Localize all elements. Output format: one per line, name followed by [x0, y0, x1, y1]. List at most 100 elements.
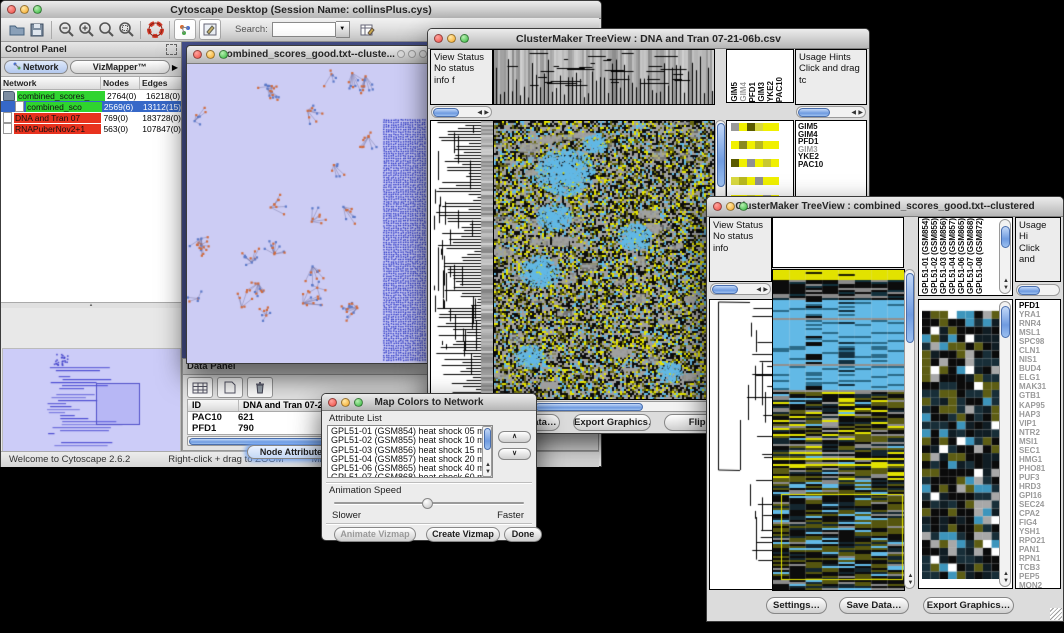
tv2-gene-label[interactable]: MON2 — [1019, 581, 1060, 589]
tv2-gene-label[interactable]: PUF3 — [1019, 473, 1060, 482]
close-button[interactable] — [434, 34, 443, 43]
main-title-bar[interactable]: Cytoscape Desktop (Session Name: collins… — [1, 1, 601, 19]
tv2-gene-label[interactable]: GTB1 — [1019, 391, 1060, 400]
network-table-header[interactable]: Network Nodes Edges — [1, 77, 181, 90]
tv2-gene-label[interactable]: CLN1 — [1019, 346, 1060, 355]
matrix-cell[interactable] — [739, 123, 747, 131]
minimize-button[interactable] — [726, 202, 735, 211]
attribute-listbox[interactable]: GPL51-01 (GSM854) heat shock 05 minGPL51… — [327, 425, 493, 478]
matrix-cell[interactable] — [747, 123, 755, 131]
move-up-button[interactable]: ∧ — [498, 431, 531, 443]
done-button[interactable]: Done — [504, 527, 542, 542]
tv1-gene-label[interactable]: PAC10 — [798, 161, 866, 169]
matrix-cell[interactable] — [731, 141, 739, 149]
treeview2-title-bar[interactable]: ClusterMaker TreeView : combined_scores_… — [707, 197, 1063, 217]
tv1-heatmap[interactable] — [493, 120, 715, 400]
tv2-gene-label[interactable]: YSH1 — [1019, 527, 1060, 536]
attribute-item[interactable]: GPL51-07 (GSM868) heat shock 60 min — [331, 473, 492, 478]
dialog-title-bar[interactable]: Map Colors to Network — [322, 394, 536, 411]
tv2-global-scrollbar[interactable]: ▲▼ — [999, 301, 1011, 587]
zoom-button[interactable] — [219, 50, 228, 59]
tv2-gene-label[interactable]: RNR4 — [1019, 319, 1060, 328]
tv2-column-label[interactable]: GPL51-06 (GSM865) — [957, 218, 966, 294]
tv2-gene-label[interactable]: MAK31 — [1019, 382, 1060, 391]
create-vizmap-button[interactable]: Create Vizmap — [426, 527, 500, 542]
tv1-export-graphics-button[interactable]: Export Graphics… — [573, 414, 651, 431]
tv2-gene-label[interactable]: PEP5 — [1019, 572, 1060, 581]
network-overview-thumbnail[interactable] — [2, 348, 181, 452]
resize-grip[interactable] — [1050, 608, 1062, 620]
tv2-column-label[interactable]: GPL51-07 (GSM868) — [966, 218, 975, 294]
tv2-gene-label[interactable]: CPA2 — [1019, 509, 1060, 518]
matrix-cell[interactable] — [763, 177, 771, 185]
tv2-column-tree-panel[interactable] — [772, 217, 904, 268]
help-lifesaver-icon[interactable] — [145, 20, 165, 39]
matrix-cell[interactable] — [739, 177, 747, 185]
treeview1-title-bar[interactable]: ClusterMaker TreeView : DNA and Tran 07-… — [428, 29, 869, 49]
zoom-in-icon[interactable] — [76, 20, 96, 39]
tv2-export-graphics-button[interactable]: Export Graphics… — [923, 597, 1014, 614]
network-row[interactable]: combined_sco2569(6)13112(15) — [1, 101, 181, 112]
new-attribute-icon[interactable] — [217, 377, 243, 398]
network-row[interactable]: combined_scores_2764(0)16218(0) — [1, 90, 181, 101]
splitter-handle[interactable]: ▴ — [1, 303, 181, 308]
matrix-cell[interactable] — [731, 159, 739, 167]
minimize-button[interactable] — [341, 398, 350, 407]
matrix-cell[interactable] — [771, 141, 779, 149]
close-button[interactable] — [713, 202, 722, 211]
close-button[interactable] — [328, 398, 337, 407]
tv1-column-label[interactable]: PAC10 — [775, 77, 784, 102]
tv2-gene-label[interactable]: HMG1 — [1019, 455, 1060, 464]
matrix-cell[interactable] — [763, 159, 771, 167]
close-button[interactable] — [193, 50, 202, 59]
tv1-column-label[interactable]: GIM4 — [739, 82, 748, 102]
tv1-column-label[interactable]: PFD1 — [748, 82, 757, 102]
matrix-cell[interactable] — [771, 159, 779, 167]
matrix-cell[interactable] — [731, 177, 739, 185]
matrix-cell[interactable] — [763, 123, 771, 131]
tab-network[interactable]: Network — [4, 60, 68, 74]
network-row[interactable]: RNAPuberNov2+1563(0)107847(0) — [1, 123, 181, 134]
tv2-gene-label[interactable]: VIP1 — [1019, 419, 1060, 428]
tv2-v-scrollbar[interactable]: ▲▼ — [904, 269, 915, 589]
tv2-column-label[interactable]: GPL51-01 (GSM854) — [921, 218, 930, 294]
matrix-cell[interactable] — [755, 123, 763, 131]
tv2-row-dendrogram[interactable] — [709, 299, 773, 590]
tv2-gene-label[interactable]: NIS1 — [1019, 355, 1060, 364]
tv2-gene-label[interactable]: YRA1 — [1019, 310, 1060, 319]
tv2-gene-label[interactable]: SPC98 — [1019, 337, 1060, 346]
search-dropdown-button[interactable]: ▼ — [336, 21, 350, 38]
annotation-icon[interactable] — [199, 19, 221, 40]
tv2-column-label[interactable]: GPL51-08 (GSM872) — [975, 218, 984, 294]
tv1-row-dendrogram[interactable] — [430, 120, 494, 400]
zoom-selected-icon[interactable] — [96, 20, 116, 39]
speed-slider[interactable] — [334, 498, 524, 508]
tv2-gene-label[interactable]: KAP95 — [1019, 401, 1060, 410]
tv2-gene-label[interactable]: HAP3 — [1019, 410, 1060, 419]
tab-vizmapper[interactable]: VizMapper™ — [70, 60, 170, 74]
tv1-column-label[interactable]: GIM5 — [730, 82, 739, 102]
tv2-gene-label[interactable]: MSL1 — [1019, 328, 1060, 337]
tv1-column-dendrogram[interactable] — [493, 49, 715, 105]
slider-thumb[interactable] — [422, 498, 433, 509]
node-chart-icon[interactable] — [174, 19, 196, 40]
zoom-button[interactable] — [739, 202, 748, 211]
zoom-out-icon[interactable] — [56, 20, 76, 39]
tv2-hints-scrollbar[interactable] — [1016, 284, 1060, 296]
matrix-cell[interactable] — [747, 141, 755, 149]
tv2-gene-label[interactable]: HRD3 — [1019, 482, 1060, 491]
tv2-column-label[interactable]: GPL51-03 (GSM856) — [939, 218, 948, 294]
matrix-cell[interactable] — [739, 159, 747, 167]
close-button[interactable] — [7, 5, 16, 14]
tv2-gene-label[interactable]: MSI1 — [1019, 437, 1060, 446]
tv2-column-label[interactable]: GPL51-02 (GSM855) — [930, 218, 939, 294]
zoom-button[interactable] — [460, 34, 469, 43]
table-grid-icon[interactable] — [187, 377, 213, 398]
window-controls[interactable] — [7, 5, 42, 14]
tv2-gene-label[interactable]: BUD4 — [1019, 364, 1060, 373]
attribute-list-scrollbar[interactable]: ▲▼ — [482, 426, 492, 477]
tv1-status-scrollbar[interactable]: ◀▶ — [431, 106, 492, 118]
zoom-button[interactable] — [33, 5, 42, 14]
network-row[interactable]: DNA and Tran 07769(0)183728(0) — [1, 112, 181, 123]
move-down-button[interactable]: ∨ — [498, 448, 531, 460]
